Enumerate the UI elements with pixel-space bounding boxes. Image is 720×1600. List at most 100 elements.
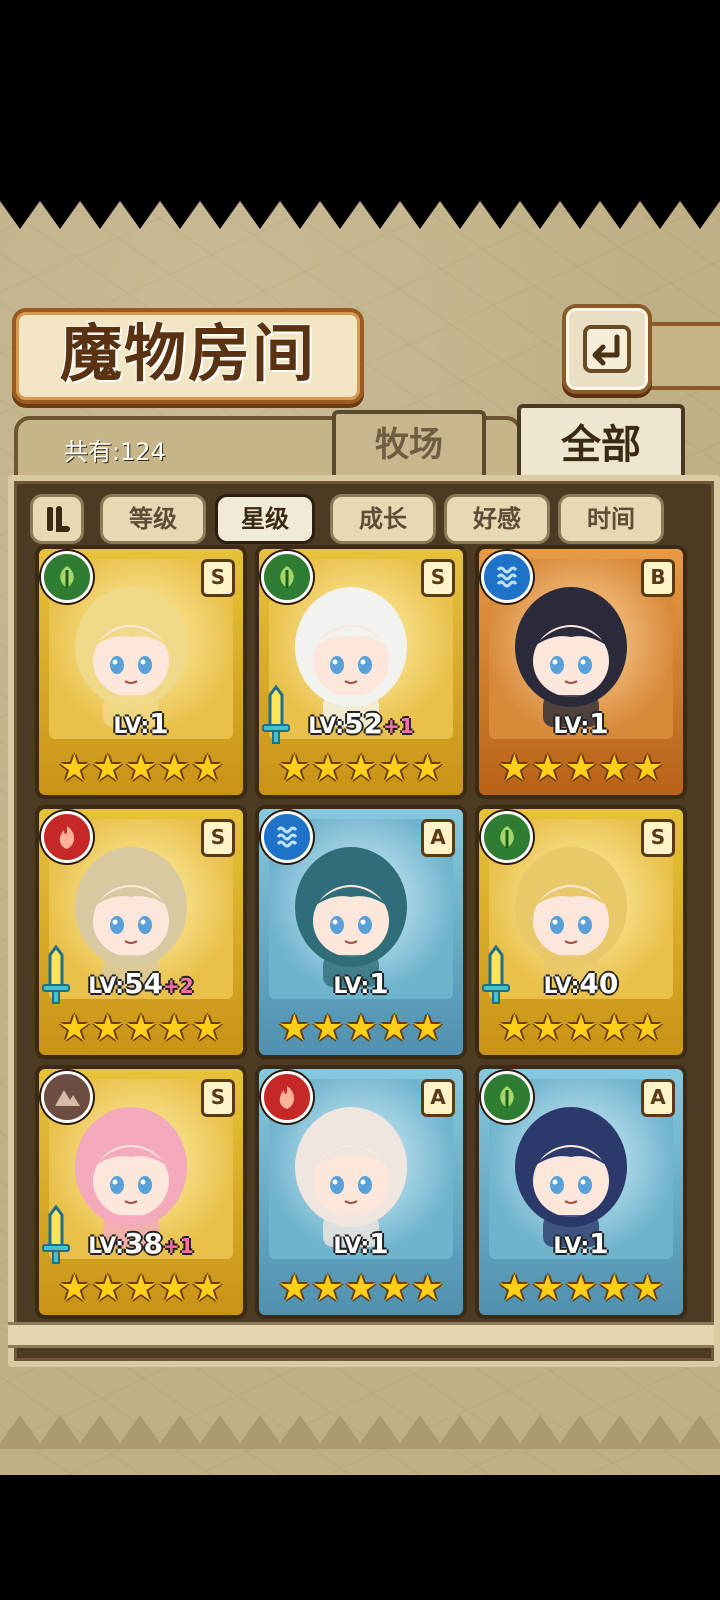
star-rating: ★ ★ ★ ★ ★ — [49, 1009, 233, 1049]
flame-icon — [52, 822, 82, 852]
monster-portrait — [75, 1107, 187, 1247]
level-prefix: LV: — [553, 714, 590, 739]
star-icon: ★ — [191, 1268, 224, 1309]
star-icon: ★ — [378, 1268, 411, 1309]
filter-time-button[interactable]: 时间 — [558, 494, 664, 544]
leaf-icon — [492, 1082, 522, 1112]
filter-level-button[interactable]: 等级 — [100, 494, 206, 544]
rank-badge: A — [421, 819, 455, 857]
monster-level: LV:54+2 — [39, 967, 243, 1000]
element-badge — [481, 551, 533, 603]
monster-card[interactable]: S LV:1 ★ ★ ★ ★ ★ — [35, 545, 247, 799]
back-arrow-icon — [583, 325, 631, 373]
monster-portrait — [75, 587, 187, 727]
element-badge — [41, 1071, 93, 1123]
monster-portrait — [295, 587, 407, 727]
monster-card[interactable]: A LV:1 ★ ★ ★ ★ ★ — [255, 1065, 467, 1319]
star-rating: ★ ★ ★ ★ ★ — [269, 1009, 453, 1049]
level-prefix: LV: — [113, 714, 150, 739]
level-bonus: +1 — [383, 714, 414, 738]
monster-level: LV:38+1 — [39, 1227, 243, 1260]
monster-portrait — [295, 1107, 407, 1247]
title-plate: 魔物房间 — [12, 308, 364, 404]
star-icon: ★ — [344, 1268, 378, 1309]
monster-card[interactable]: S LV:54+2 ★ ★ ★ ★ ★ — [35, 805, 247, 1059]
rank-badge: S — [641, 819, 675, 857]
rank-badge: S — [201, 1079, 235, 1117]
star-icon: ★ — [598, 1008, 631, 1049]
star-icon: ★ — [344, 1008, 378, 1049]
rank-badge: A — [421, 1079, 455, 1117]
bottom-zigzag-border — [0, 1415, 720, 1449]
star-icon: ★ — [311, 1268, 344, 1309]
level-prefix: LV: — [88, 974, 125, 999]
flame-icon — [272, 1082, 302, 1112]
star-rating: ★ ★ ★ ★ ★ — [269, 1269, 453, 1309]
monster-level: LV:1 — [259, 1227, 463, 1260]
star-icon: ★ — [498, 1268, 531, 1309]
monster-card[interactable]: S LV:38+1 ★ ★ ★ ★ ★ — [35, 1065, 247, 1319]
star-icon: ★ — [158, 748, 191, 789]
star-icon: ★ — [411, 1268, 444, 1309]
level-prefix: LV: — [333, 1234, 370, 1259]
monster-card[interactable]: S LV:52+1 ★ ★ ★ ★ ★ — [255, 545, 467, 799]
star-icon: ★ — [631, 1008, 664, 1049]
filter-star-button[interactable]: 星级 — [215, 494, 315, 544]
element-badge — [481, 811, 533, 863]
back-button[interactable] — [562, 304, 652, 394]
star-icon: ★ — [631, 1268, 664, 1309]
page-title: 魔物房间 — [59, 317, 316, 390]
monster-card[interactable]: B LV:1 ★ ★ ★ ★ ★ — [475, 545, 687, 799]
top-zigzag-border — [0, 195, 720, 229]
leaf-icon — [52, 562, 82, 592]
level-prefix: LV: — [543, 974, 580, 999]
water-waves-icon — [492, 562, 522, 592]
level-value: 1 — [369, 967, 389, 1000]
grid-bottom-rail — [8, 1322, 714, 1348]
water-waves-icon — [272, 822, 302, 852]
sort-toggle-icon — [47, 506, 70, 532]
star-icon: ★ — [564, 748, 598, 789]
monster-card[interactable]: A LV:1 ★ ★ ★ ★ ★ — [255, 805, 467, 1059]
filter-growth-button[interactable]: 成长 — [330, 494, 436, 544]
monster-card[interactable]: S LV:40 ★ ★ ★ ★ ★ — [475, 805, 687, 1059]
level-bonus: +1 — [163, 1234, 194, 1258]
star-icon: ★ — [58, 1008, 91, 1049]
star-icon: ★ — [378, 1008, 411, 1049]
element-badge — [41, 551, 93, 603]
star-icon: ★ — [278, 748, 311, 789]
star-icon: ★ — [531, 1268, 564, 1309]
level-prefix: LV: — [333, 974, 370, 999]
leaf-icon — [272, 562, 302, 592]
tab-all[interactable]: 全部 — [517, 404, 685, 482]
star-icon: ★ — [124, 1268, 158, 1309]
star-icon: ★ — [598, 1268, 631, 1309]
sort-toggle-button[interactable] — [30, 494, 84, 544]
monster-card[interactable]: A LV:1 ★ ★ ★ ★ ★ — [475, 1065, 687, 1319]
star-icon: ★ — [58, 748, 91, 789]
star-icon: ★ — [498, 1008, 531, 1049]
star-icon: ★ — [91, 1268, 124, 1309]
star-icon: ★ — [158, 1008, 191, 1049]
monster-portrait — [515, 587, 627, 727]
level-value: 1 — [589, 1227, 609, 1260]
element-badge — [261, 1071, 313, 1123]
filter-affection-button[interactable]: 好感 — [444, 494, 550, 544]
star-icon: ★ — [311, 748, 344, 789]
star-icon: ★ — [411, 748, 444, 789]
leaf-icon — [492, 822, 522, 852]
level-prefix: LV: — [88, 1234, 125, 1259]
star-icon: ★ — [191, 1008, 224, 1049]
star-rating: ★ ★ ★ ★ ★ — [489, 1009, 673, 1049]
monster-portrait — [295, 847, 407, 987]
star-icon: ★ — [158, 1268, 191, 1309]
back-button-bar — [640, 322, 720, 390]
star-icon: ★ — [344, 748, 378, 789]
star-icon: ★ — [278, 1268, 311, 1309]
star-icon: ★ — [598, 748, 631, 789]
star-icon: ★ — [91, 1008, 124, 1049]
level-value: 1 — [369, 1227, 389, 1260]
star-icon: ★ — [564, 1268, 598, 1309]
level-value: 1 — [589, 707, 609, 740]
tab-ranch[interactable]: 牧场 — [332, 410, 486, 476]
